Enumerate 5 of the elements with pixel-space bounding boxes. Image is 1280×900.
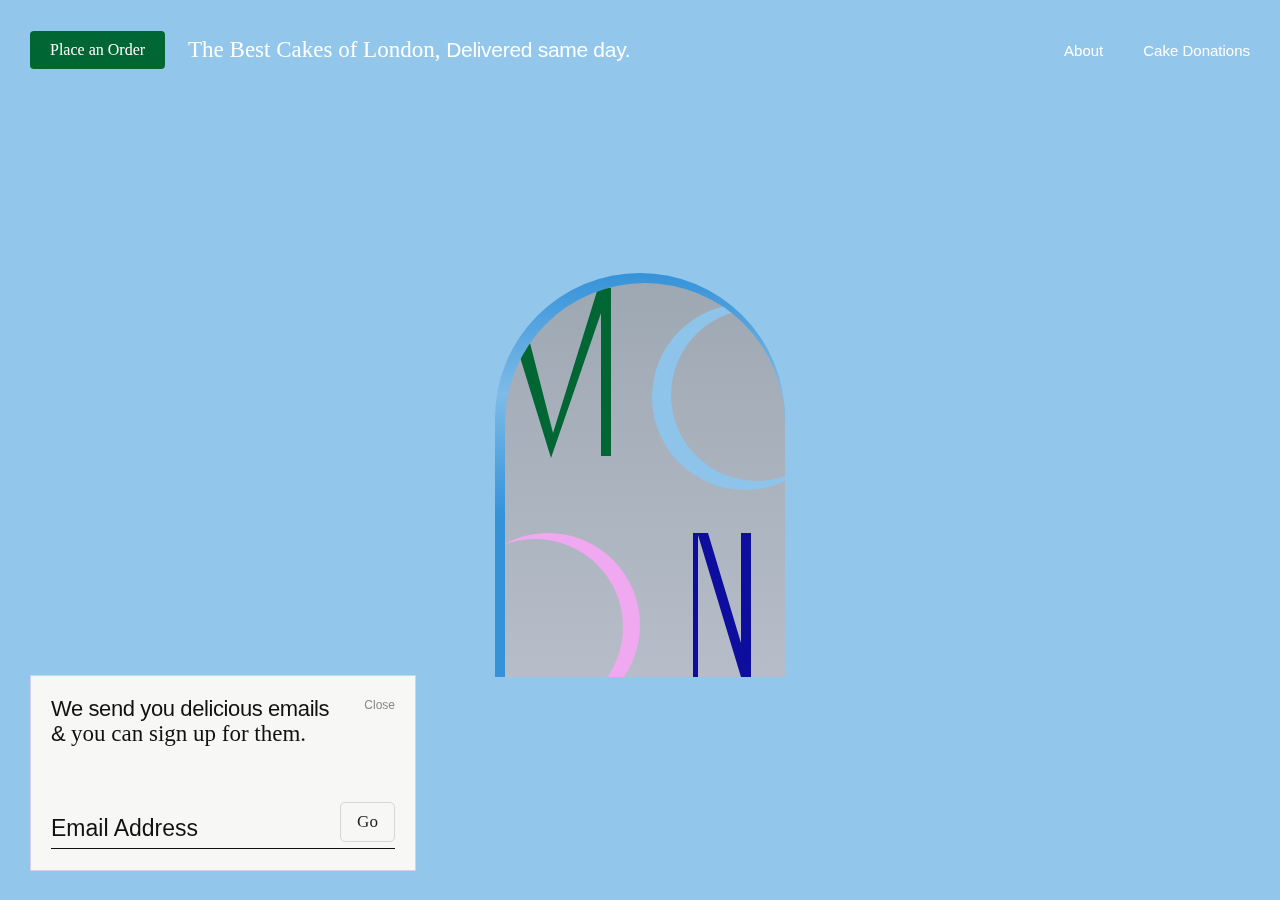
signup-heading: We send you delicious emails & you can sign up for them.: [51, 696, 331, 746]
email-field[interactable]: Email Address Go: [51, 801, 395, 849]
go-button[interactable]: Go: [340, 801, 395, 842]
place-order-button[interactable]: Place an Order: [30, 31, 166, 69]
tagline: The Best Cakes of London, Delivered same day.: [188, 37, 631, 63]
